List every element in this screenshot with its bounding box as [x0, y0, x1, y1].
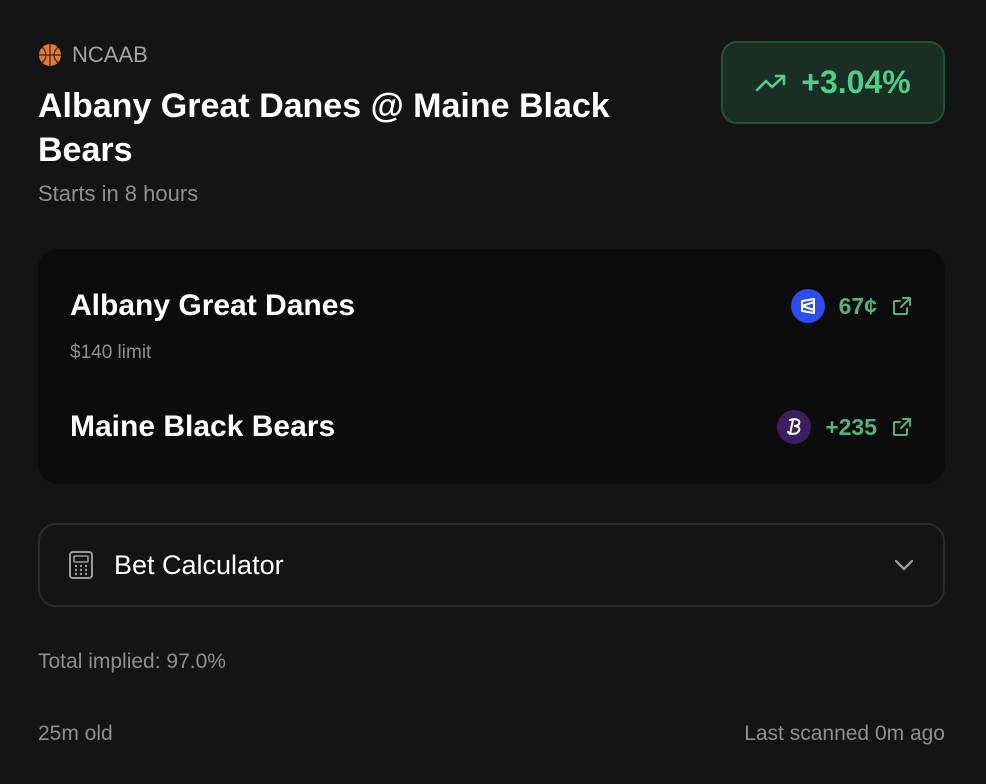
limit-text: $140 limit: [70, 342, 152, 363]
bet-calculator-toggle[interactable]: Bet Calculator: [38, 523, 945, 607]
league-header: NCAAB: [38, 42, 148, 68]
league-label: NCAAB: [72, 42, 148, 67]
team-name: Maine Black Bears: [70, 410, 336, 443]
odds-value[interactable]: +235: [825, 414, 877, 441]
profit-value: +3.04%: [801, 64, 911, 100]
calculator-icon: [69, 551, 93, 579]
bet-calculator-label: Bet Calculator: [114, 549, 284, 580]
chevron-down-icon: [894, 559, 914, 571]
external-link-icon[interactable]: [891, 295, 913, 317]
odds-age: 25m old: [38, 722, 113, 745]
event-title: Albany Great Danes @ Maine Black Bears: [38, 87, 610, 169]
external-link-icon[interactable]: [891, 416, 913, 438]
profit-badge: +3.04%: [721, 41, 945, 124]
odds-value[interactable]: 67¢: [839, 293, 877, 320]
book-odds-group[interactable]: 67¢: [790, 289, 913, 323]
trending-up-icon: [755, 74, 786, 91]
start-time: Starts in 8 hours: [38, 181, 199, 206]
team-row-albany: Albany Great Danes 67¢: [70, 287, 913, 325]
odds-card: Albany Great Danes 67¢ $140 limit Maine …: [38, 249, 945, 484]
book-odds-group[interactable]: +235: [777, 410, 913, 444]
team-name: Albany Great Danes: [70, 289, 356, 322]
ballybet-logo: [777, 410, 812, 444]
team-row-maine: Maine Black Bears +235: [70, 408, 913, 446]
last-scanned: Last scanned 0m ago: [744, 722, 945, 745]
total-implied: Total implied: 97.0%: [38, 650, 226, 673]
kalshi-logo: [790, 289, 825, 323]
basketball-icon: [39, 44, 61, 66]
